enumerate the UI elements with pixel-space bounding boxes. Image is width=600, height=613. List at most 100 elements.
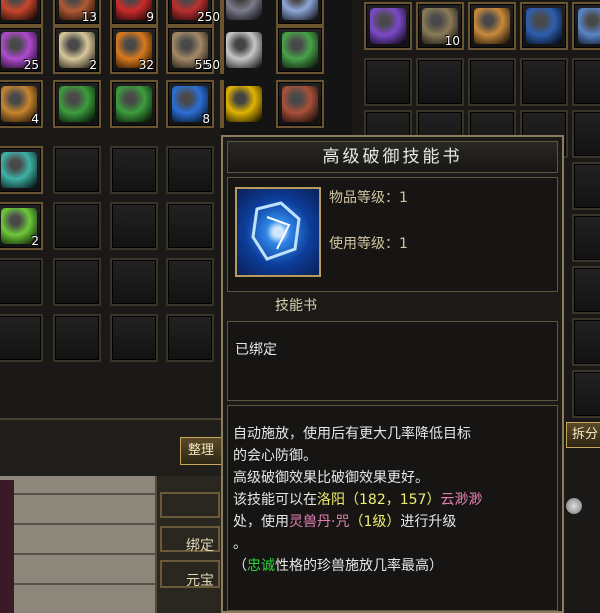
teal-crystal-icon: [1, 152, 37, 188]
inventory-slot[interactable]: 50: [205, 26, 262, 74]
inventory-slot[interactable]: [53, 80, 101, 128]
empty-inventory-slot[interactable]: [166, 202, 214, 250]
inventory-slot[interactable]: 2: [0, 202, 43, 250]
empty-inventory-slot[interactable]: [110, 314, 158, 362]
bound-section: [227, 321, 558, 401]
stone-wall-background: [0, 476, 155, 613]
npc-name: 云渺渺: [440, 492, 483, 508]
inventory-slot[interactable]: 8: [166, 80, 214, 128]
empty-inventory-slot[interactable]: [572, 110, 600, 158]
tooltip-title: 高级破御技能书: [227, 141, 558, 173]
skill-book-icon: [235, 187, 321, 277]
desc-line-7: （忠诚性格的珍兽施放几率最高）: [233, 558, 443, 574]
item-quantity: 8: [202, 112, 210, 126]
empty-inventory-slot[interactable]: [53, 258, 101, 306]
item-level-label: 物品等级：1: [329, 190, 408, 206]
item-quantity: 32: [138, 58, 154, 72]
item-quantity: 250: [197, 10, 220, 24]
inventory-slot[interactable]: [572, 2, 600, 50]
inventory-slot[interactable]: [110, 80, 158, 128]
bound-label: 绑定: [186, 538, 214, 554]
empty-inventory-slot[interactable]: [572, 162, 600, 210]
empty-inventory-slot[interactable]: [0, 258, 43, 306]
inventory-slot[interactable]: [520, 2, 568, 50]
empty-inventory-slot[interactable]: [166, 258, 214, 306]
inventory-slot[interactable]: [276, 80, 324, 128]
inventory-slot[interactable]: [276, 0, 324, 26]
inventory-slot[interactable]: 2: [53, 26, 101, 74]
inventory-slot[interactable]: 32: [110, 26, 158, 74]
empty-inventory-slot[interactable]: [110, 258, 158, 306]
inventory-slot[interactable]: [0, 146, 43, 194]
empty-inventory-slot[interactable]: [572, 58, 600, 106]
silver-ore-icon: [226, 32, 262, 68]
desc-line-1: 自动施放，使用后有更大几率降低目标: [233, 426, 471, 442]
bound-status: 已绑定: [235, 342, 277, 358]
empty-inventory-slot[interactable]: [572, 266, 600, 314]
meditating-figure-icon: [226, 86, 262, 122]
inventory-slot[interactable]: 25: [0, 26, 43, 74]
empty-inventory-slot[interactable]: [53, 202, 101, 250]
empty-inventory-slot[interactable]: [520, 58, 568, 106]
empty-inventory-slot[interactable]: [53, 146, 101, 194]
empty-inventory-slot[interactable]: [416, 58, 464, 106]
inventory-slot[interactable]: [0, 0, 43, 26]
portrait-frame: [0, 480, 14, 613]
empty-inventory-slot[interactable]: [572, 214, 600, 262]
empty-inventory-slot[interactable]: [0, 314, 43, 362]
upgrade-item: 灵兽丹·咒: [289, 514, 350, 530]
item-quantity: 9: [146, 10, 154, 24]
item-quantity: 4: [31, 112, 39, 126]
red-gem-icon: [1, 0, 37, 20]
item-quantity: 25: [23, 58, 39, 72]
inventory-slot[interactable]: [364, 2, 412, 50]
empty-inventory-slot[interactable]: [572, 318, 600, 366]
inventory-slot[interactable]: 10: [416, 2, 464, 50]
item-quantity: 2: [31, 234, 39, 248]
sort-button[interactable]: 整理: [180, 437, 222, 465]
empty-inventory-slot[interactable]: [166, 146, 214, 194]
item-type: 技能书: [275, 298, 317, 314]
crystal-stack-icon: [226, 0, 262, 20]
blue-book-icon: [526, 8, 562, 44]
desc-line-4: 该技能可以在洛阳（182，157）云渺渺: [233, 492, 483, 508]
seal-scroll-icon: [282, 86, 318, 122]
inventory-panel-left: 13 9 25 2 32 55 4 8 2 250 50: [0, 0, 324, 418]
empty-inventory-slot[interactable]: [53, 314, 101, 362]
green-carpet-icon: [282, 32, 318, 68]
inventory-slot[interactable]: 250: [197, 0, 262, 26]
purple-carpet-icon: [370, 8, 406, 44]
empty-inventory-slot[interactable]: [110, 146, 158, 194]
inventory-slot[interactable]: 4: [0, 80, 43, 128]
coordinates: （182，157）: [345, 492, 441, 508]
coin-icon: [566, 498, 582, 514]
doll-icon: [474, 8, 510, 44]
desc-line-5: 处，使用灵兽丹·咒（1级）进行升级: [233, 514, 457, 530]
item-quantity: 13: [81, 10, 97, 24]
blue-shard-icon: [282, 0, 318, 20]
inventory-slot[interactable]: 13: [53, 0, 101, 26]
empty-inventory-slot[interactable]: [364, 58, 412, 106]
empty-inventory-slot[interactable]: [110, 202, 158, 250]
green-carpet-icon: [116, 86, 152, 122]
blue-scroll-icon: [578, 8, 600, 44]
desc-line-2: 的会心防御。: [233, 448, 317, 464]
empty-inventory-slot[interactable]: [468, 58, 516, 106]
ingot-value-field: [160, 560, 220, 588]
inventory-slot[interactable]: [276, 26, 324, 74]
use-level-label: 使用等级：1: [329, 236, 408, 252]
inventory-slot[interactable]: [220, 80, 262, 128]
item-quantity: 2: [89, 58, 97, 72]
trait-name: 忠诚: [247, 558, 275, 574]
split-button[interactable]: 拆分: [566, 422, 600, 448]
desc-line-6: 。: [233, 536, 247, 552]
use-level-value: 1: [399, 236, 408, 252]
empty-inventory-slot[interactable]: [572, 370, 600, 418]
item-tooltip: 高级破御技能书 物品等级：1 使用等级：1 技能书 已绑定 自动施放，使用后有更…: [221, 135, 564, 613]
inventory-slot[interactable]: [468, 2, 516, 50]
item-quantity: 50: [204, 58, 220, 72]
empty-inventory-slot[interactable]: [166, 314, 214, 362]
desc-line-3: 高级破御效果比破御效果更好。: [233, 470, 429, 486]
inventory-slot[interactable]: 9: [110, 0, 158, 26]
city-name: 洛阳: [317, 492, 345, 508]
